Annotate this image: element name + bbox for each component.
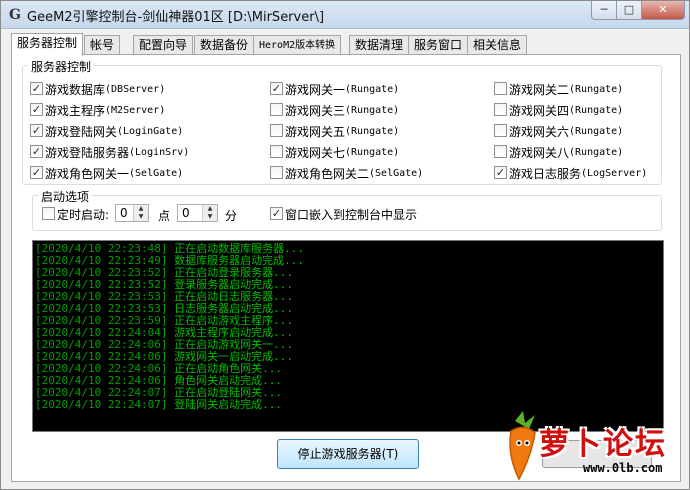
tab-server-control[interactable]: 服务器控制 (11, 33, 84, 56)
checkbox-logserver[interactable]: ✓ 游戏日志服务(LogServer) (494, 165, 647, 181)
checkbox-box[interactable] (270, 124, 283, 137)
checkbox-selgate-1[interactable]: ✓ 游戏角色网关一(SelGate) (30, 165, 183, 181)
checkbox-box[interactable] (494, 145, 507, 158)
log-console[interactable]: [2020/4/10 22:23:48] 正在启动数据库服务器... [2020/… (32, 240, 664, 432)
checkbox-box[interactable] (494, 82, 507, 95)
minimize-button[interactable]: ─ (591, 1, 617, 20)
checkbox-box[interactable]: ✓ (30, 145, 43, 158)
checkbox-box[interactable] (270, 145, 283, 158)
tab-service-window[interactable]: 服务窗口 (408, 35, 469, 55)
watermark-url: www.0lb.com (583, 461, 663, 475)
down-arrow-icon[interactable]: ▼ (203, 213, 217, 221)
checkbox-rungate-8[interactable]: 游戏网关八(Rungate) (494, 144, 623, 160)
log-line: [2020/4/10 22:24:07] 登陆网关启动完成... (35, 399, 282, 411)
hour-unit: 点 (158, 209, 171, 223)
checkbox-logingate[interactable]: ✓ 游戏登陆网关(LoginGate) (30, 123, 183, 139)
checkbox-box[interactable] (270, 103, 283, 116)
up-arrow-icon[interactable]: ▲ (203, 205, 217, 213)
checkbox-box[interactable]: ✓ (494, 166, 507, 179)
checkbox-rungate-7[interactable]: 游戏网关七(Rungate) (270, 144, 399, 160)
title-bar[interactable]: G GeeM2引擎控制台-剑仙神器01区 [D:\MirServer\] ─ □… (1, 1, 689, 29)
down-arrow-icon[interactable]: ▼ (134, 213, 148, 221)
checkbox-box[interactable]: ✓ (30, 166, 43, 179)
startup-group-title: 启动选项 (39, 188, 92, 205)
checkbox-box[interactable]: ✓ (30, 82, 43, 95)
app-icon: G (9, 7, 21, 23)
tab-config-wizard[interactable]: 配置向导 (133, 35, 194, 55)
tab-data-backup[interactable]: 数据备份 (194, 35, 255, 55)
tab-account[interactable]: 帐号 (84, 35, 121, 55)
spinner-arrows[interactable]: ▲ ▼ (133, 205, 148, 221)
checkbox-embed-window[interactable]: ✓ 窗口嵌入到控制台中显示 (270, 206, 417, 222)
checkbox-box[interactable]: ✓ (270, 207, 283, 220)
close-button[interactable]: ✕ (641, 1, 685, 20)
minute-spinner[interactable]: 0 ▲ ▼ (177, 204, 218, 222)
checkbox-rungate-2[interactable]: 游戏网关二(Rungate) (494, 81, 623, 97)
window-title: GeeM2引擎控制台-剑仙神器01区 [D:\MirServer\] (27, 10, 325, 25)
checkbox-rungate-6[interactable]: 游戏网关六(Rungate) (494, 123, 623, 139)
checkbox-box[interactable]: ✓ (270, 82, 283, 95)
checkbox-m2server[interactable]: ✓ 游戏主程序(M2Server) (30, 102, 165, 118)
checkbox-box[interactable] (494, 103, 507, 116)
log-message: 登陆网关启动完成... (167, 398, 282, 411)
tab-about[interactable]: 相关信息 (467, 35, 528, 55)
stop-server-button[interactable]: 停止游戏服务器(T) (277, 439, 419, 469)
group-title: 服务器控制 (29, 58, 94, 75)
checkbox-loginsrv[interactable]: ✓ 游戏登陆服务器(LoginSrv) (30, 144, 189, 160)
checkbox-box[interactable]: ✓ (30, 124, 43, 137)
up-arrow-icon[interactable]: ▲ (134, 205, 148, 213)
hour-spinner[interactable]: 0 ▲ ▼ (115, 204, 149, 222)
maximize-button[interactable]: □ (616, 1, 642, 20)
checkbox-rungate-1[interactable]: ✓ 游戏网关一(Rungate) (270, 81, 399, 97)
checkbox-timed-start[interactable]: 定时启动: (42, 206, 109, 222)
checkbox-box[interactable] (494, 124, 507, 137)
checkbox-box[interactable]: ✓ (30, 103, 43, 116)
watermark-text: 萝卜论坛 (539, 427, 667, 462)
checkbox-rungate-3[interactable]: 游戏网关三(Rungate) (270, 102, 399, 118)
checkbox-rungate-5[interactable]: 游戏网关五(Rungate) (270, 123, 399, 139)
spinner-arrows[interactable]: ▲ ▼ (202, 205, 217, 221)
checkbox-rungate-4[interactable]: 游戏网关四(Rungate) (494, 102, 623, 118)
tab-data-cleanup[interactable]: 数据清理 (349, 35, 410, 55)
tab-herom2-convert[interactable]: HeroM2版本转换 (253, 35, 342, 55)
checkbox-selgate-2[interactable]: 游戏角色网关二(SelGate) (270, 165, 423, 181)
watermark: 萝卜论坛 www.0lb.com (501, 411, 681, 483)
log-timestamp: [2020/4/10 22:24:07] (35, 398, 168, 411)
checkbox-dbserver[interactable]: ✓ 游戏数据库(DBServer) (30, 81, 165, 97)
checkbox-box[interactable] (270, 166, 283, 179)
minute-unit: 分 (225, 209, 238, 223)
checkbox-box[interactable] (42, 207, 55, 220)
main-window: G GeeM2引擎控制台-剑仙神器01区 [D:\MirServer\] ─ □… (0, 0, 690, 490)
